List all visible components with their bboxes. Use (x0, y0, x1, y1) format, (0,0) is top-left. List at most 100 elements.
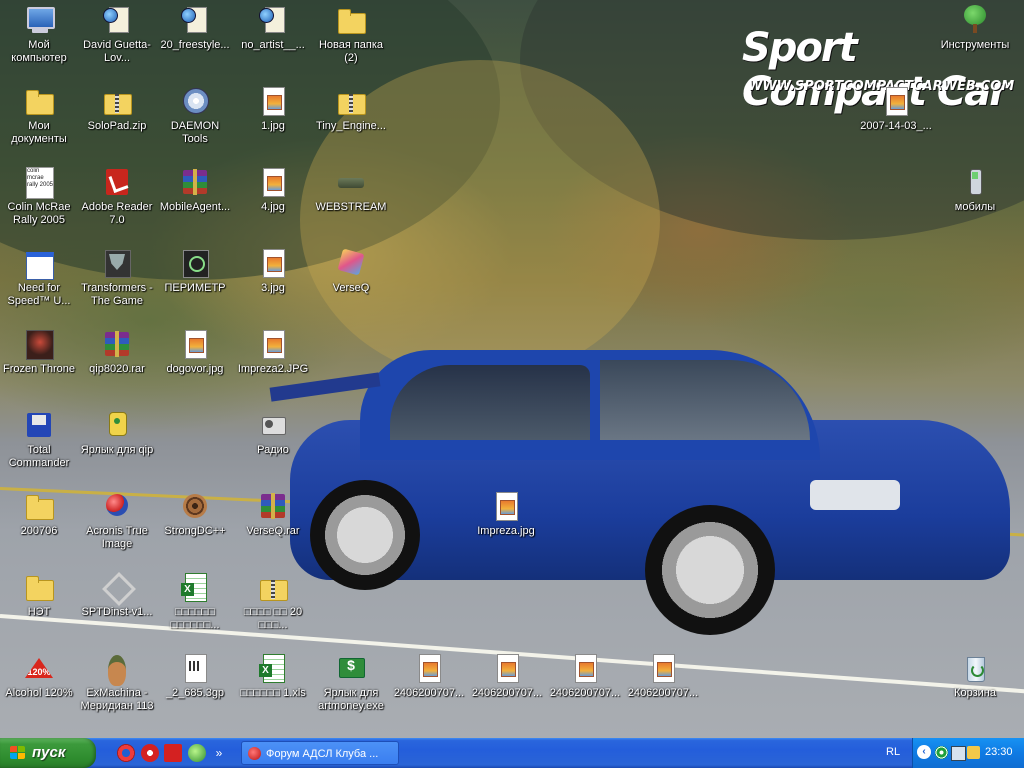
icon-label: □□□□ □□ 20 □□□... (243, 606, 303, 631)
desktop-icon-verseq-rar[interactable]: VerseQ.rar (234, 488, 312, 566)
icon-label: Frozen Throne (3, 363, 75, 375)
folder-icon (23, 490, 55, 522)
expand-quick-launch-icon[interactable]: » (214, 744, 224, 762)
desktop-icon-xls-1[interactable]: □□□□□□ 1.xls (234, 650, 312, 728)
desktop-icon-my-documents[interactable]: Мои документы (0, 83, 78, 161)
desktop-icon-transformers[interactable]: Transformers - The Game (78, 245, 156, 323)
desktop-icon-tools[interactable]: Инструменты (936, 2, 1014, 80)
desktop-icon-photo-4[interactable]: 2406200707... (624, 650, 702, 728)
icon-label: VerseQ (332, 282, 370, 294)
desktop-icon-mobiles[interactable]: мобилы (936, 164, 1014, 242)
desktop-icon-3gp[interactable]: _2_685.3gp (156, 650, 234, 728)
desktop-icon-zip-unnamed[interactable]: □□□□ □□ 20 □□□... (234, 569, 312, 647)
desktop-icon-photo-3[interactable]: 2406200707... (546, 650, 624, 728)
chevron-left-icon[interactable]: ‹ (917, 745, 931, 759)
desktop-icon-strongdc[interactable]: StrongDC++ (156, 488, 234, 566)
icon-label: мобилы (954, 201, 996, 213)
green-quick-icon[interactable] (188, 744, 206, 762)
system-tray: ‹ 23:30 (912, 738, 1024, 768)
icon-label: Impreza2.JPG (237, 363, 309, 375)
media-shortcut-icon (257, 4, 289, 36)
desktop-icon-adobe-reader[interactable]: Adobe Reader 7.0 (78, 164, 156, 242)
rar-archive-icon (257, 490, 289, 522)
desktop-icon-need-for-speed[interactable]: Need for Speed™ U... (0, 245, 78, 323)
radio-icon (257, 409, 289, 441)
media-shortcut-icon (101, 4, 133, 36)
desktop-icon-webstream[interactable]: WEBSTREAM (312, 164, 390, 242)
desktop-icon-artmoney[interactable]: Ярлык для artmoney.exe (312, 650, 390, 728)
adobe-reader-icon (101, 166, 133, 198)
car-image (269, 330, 1020, 635)
icon-label: ExMachina - Меридиан 113 (80, 687, 154, 712)
icon-label: Корзина (954, 687, 996, 699)
desktop-icon-my-computer[interactable]: Мой компьютер (0, 2, 78, 80)
desktop-icon-alcohol-120[interactable]: Alcohol 120% (0, 650, 78, 728)
icon-label: _2_685.3gp (165, 687, 225, 699)
tray-volume-icon[interactable] (967, 746, 980, 759)
icon-label: 20_freestyle... (160, 39, 230, 51)
desktop-icon-photo-1[interactable]: 2406200707... (390, 650, 468, 728)
icon-label: Мои документы (11, 120, 67, 145)
desktop-icon-net[interactable]: НЭТ (0, 569, 78, 647)
start-button[interactable]: пуск (0, 738, 96, 768)
desktop-icon-acronis[interactable]: Acronis True Image (78, 488, 156, 566)
desktop-icon-perimeter[interactable]: ПЕРИМЕТР (156, 245, 234, 323)
desktop-icon-no-artist[interactable]: no_artist__... (234, 2, 312, 80)
rar-archive-icon (179, 166, 211, 198)
desktop-icon-qip-shortcut[interactable]: Ярлык для qip (78, 407, 156, 485)
exmachina-icon (101, 652, 133, 686)
icon-label: WEBSTREAM (315, 201, 387, 213)
desktop-icon-1-jpg[interactable]: 1.jpg (234, 83, 312, 161)
desktop-icon-qip8020-rar[interactable]: qip8020.rar (78, 326, 156, 404)
opera-icon[interactable] (117, 744, 135, 762)
artmoney-icon (335, 652, 367, 684)
desktop-icon-20-freestyle[interactable]: 20_freestyle... (156, 2, 234, 80)
icon-label: 2406200707... (471, 687, 543, 699)
taskbar: пуск » Форум АДСЛ Клуба ... RL ‹ 23:30 (0, 738, 1024, 768)
language-indicator[interactable]: RL (886, 746, 900, 758)
icon-label: StrongDC++ (164, 525, 226, 537)
jpg-file-icon (257, 85, 289, 117)
icon-label: 2007-14-03_... (860, 120, 932, 132)
desktop-icon-excel-unnamed[interactable]: □□□□□□ □□□□□□... (156, 569, 234, 647)
desktop-icon-sptdinst[interactable]: SPTDinst-v1... (78, 569, 156, 647)
desktop-icon-daemon-tools[interactable]: DAEMON Tools (156, 83, 234, 161)
desktop-icon-verseq[interactable]: VerseQ (312, 245, 390, 323)
desktop-icon-new-folder-2[interactable]: Новая папка (2) (312, 2, 390, 80)
icon-label: 1.jpg (261, 120, 285, 132)
tray-monitor-icon[interactable] (951, 746, 966, 761)
taskbar-window-forum[interactable]: Форум АДСЛ Клуба ... (241, 741, 399, 765)
desktop-icon-impreza-jpg[interactable]: Impreza.jpg (467, 488, 545, 566)
desktop-icon-colin-mcrae[interactable]: Colin McRae Rally 2005 (0, 164, 78, 242)
desktop-icon-3-jpg[interactable]: 3.jpg (234, 245, 312, 323)
sptd-installer-icon (101, 571, 133, 603)
quick-launch-red-icon[interactable] (141, 744, 159, 762)
icon-label: Ярлык для qip (80, 444, 154, 456)
acrobat-quick-icon[interactable] (164, 744, 182, 762)
tray-network-icon[interactable] (935, 746, 948, 759)
window-shortcut-icon (23, 247, 55, 280)
desktop-icon-solopad-zip[interactable]: SoloPad.zip (78, 83, 156, 161)
desktop-icon-dogovor-jpg[interactable]: dogovor.jpg (156, 326, 234, 404)
desktop-icon-recycle-bin[interactable]: Корзина (936, 650, 1014, 728)
desktop-icon-total-commander[interactable]: Total Commander (0, 407, 78, 485)
desktop-icon-200706[interactable]: 200706 (0, 488, 78, 566)
desktop[interactable]: Sport Compact Car WWW.SPORTCOMPACTCARWEB… (0, 0, 1024, 738)
desktop-icon-david-guetta[interactable]: David Guetta-Lov... (78, 2, 156, 80)
folder-icon (23, 571, 55, 603)
icon-label: □□□□□□ 1.xls (240, 687, 306, 699)
desktop-icon-radio[interactable]: Радио (234, 407, 312, 485)
desktop-icon-2007-14-03[interactable]: 2007-14-03_... (857, 83, 935, 161)
clock[interactable]: 23:30 (985, 746, 1013, 758)
desktop-icon-impreza2-jpg[interactable]: Impreza2.JPG (234, 326, 312, 404)
desktop-icon-tiny-engine[interactable]: Tiny_Engine... (312, 83, 390, 161)
jpg-file-icon (880, 85, 912, 117)
desktop-icon-mobileagent[interactable]: MobileAgent... (156, 164, 234, 242)
drive-icon (335, 166, 367, 198)
desktop-icon-frozen-throne[interactable]: Frozen Throne (0, 326, 78, 404)
icon-label: dogovor.jpg (166, 363, 224, 375)
desktop-icon-4-jpg[interactable]: 4.jpg (234, 164, 312, 242)
desktop-icon-photo-2[interactable]: 2406200707... (468, 650, 546, 728)
desktop-icon-exmachina[interactable]: ExMachina - Меридиан 113 (78, 650, 156, 728)
rar-archive-icon (101, 328, 133, 360)
